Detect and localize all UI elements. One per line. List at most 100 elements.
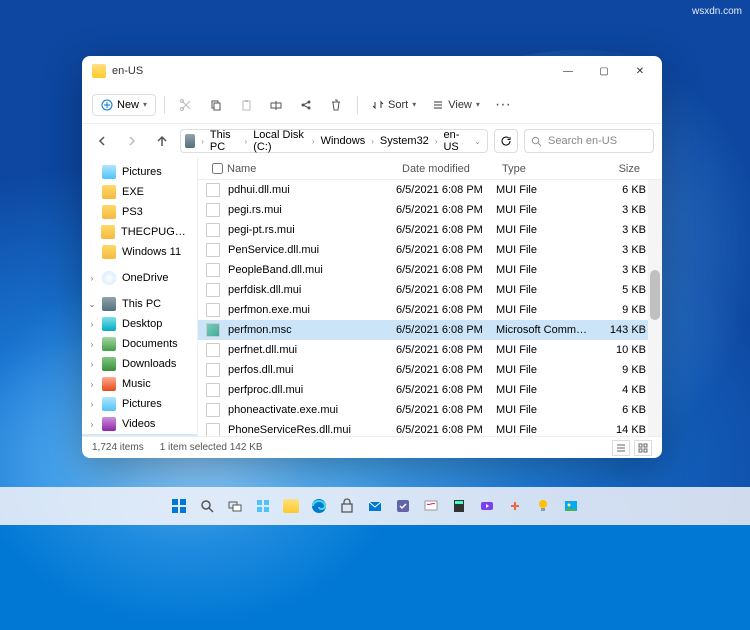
drive-icon [102,357,116,371]
thumbnails-view-button[interactable] [634,440,652,456]
chevron-right-icon[interactable]: › [88,360,96,369]
search-input[interactable]: Search en-US [524,129,654,153]
more-button[interactable]: ··· [490,92,516,118]
mail-button[interactable] [364,495,386,517]
chevron-down-icon[interactable]: ⌄ [88,300,96,309]
scrollbar-thumb[interactable] [650,270,660,320]
edge-button[interactable] [308,495,330,517]
chevron-right-icon[interactable]: › [243,137,250,146]
file-row[interactable]: pegi.rs.mui6/5/2021 6:08 PMMUI File3 KB [198,200,662,220]
sidebar-item[interactable]: Windows 11 [82,242,197,262]
file-row[interactable]: phoneactivate.exe.mui6/5/2021 6:08 PMMUI… [198,400,662,420]
file-row[interactable]: perfos.dll.mui6/5/2021 6:08 PMMUI File9 … [198,360,662,380]
refresh-button[interactable] [494,129,518,153]
chevron-down-icon[interactable]: ⌄ [472,137,483,146]
breadcrumb-seg[interactable]: Windows [319,135,368,147]
delete-button[interactable] [323,92,349,118]
explorer-button[interactable] [280,495,302,517]
file-icon [206,183,220,197]
chevron-right-icon[interactable]: › [88,380,96,389]
chevron-right-icon[interactable]: › [88,340,96,349]
back-button[interactable] [90,129,114,153]
sidebar-item[interactable]: Pictures [82,162,197,182]
sidebar-item[interactable]: ›Downloads [82,354,197,374]
whiteboard-button[interactable] [420,495,442,517]
chevron-right-icon[interactable]: › [433,137,440,146]
minimize-button[interactable]: — [550,56,586,86]
file-row[interactable]: PeopleBand.dll.mui6/5/2021 6:08 PMMUI Fi… [198,260,662,280]
sidebar-item[interactable]: ›Music [82,374,197,394]
calculator-button[interactable] [448,495,470,517]
tips-button[interactable] [532,495,554,517]
file-row[interactable]: perfproc.dll.mui6/5/2021 6:08 PMMUI File… [198,380,662,400]
view-button[interactable]: View ▾ [426,95,486,115]
sidebar-item-onedrive[interactable]: ›OneDrive [82,268,197,288]
drive-icon [102,397,116,411]
taskview-button[interactable] [224,495,246,517]
chevron-right-icon[interactable]: › [88,420,96,429]
chevron-right-icon[interactable]: › [88,320,96,329]
file-icon [206,303,220,317]
breadcrumb[interactable]: › This PC › Local Disk (C:) › Windows › … [180,129,488,153]
breadcrumb-seg[interactable]: System32 [378,135,431,147]
sidebar-item[interactable]: PS3 [82,202,197,222]
scrollbar[interactable] [648,180,662,436]
sidebar-item[interactable]: EXE [82,182,197,202]
rename-button[interactable] [263,92,289,118]
clipchamp-button[interactable] [476,495,498,517]
search-button[interactable] [196,495,218,517]
delete-icon [329,98,343,112]
column-name[interactable]: Name [206,163,396,175]
paste-button[interactable] [233,92,259,118]
select-all-checkbox[interactable] [212,163,223,174]
file-row[interactable]: pegi-pt.rs.mui6/5/2021 6:08 PMMUI File3 … [198,220,662,240]
sidebar-item[interactable]: ›Videos [82,414,197,434]
snip-button[interactable] [504,495,526,517]
forward-button[interactable] [120,129,144,153]
toolbar: New ▾ Sort ▾ View ▾ ··· [82,86,662,124]
column-date[interactable]: Date modified [396,163,496,175]
photos-button[interactable] [560,495,582,517]
todo-button[interactable] [392,495,414,517]
file-icon [206,203,220,217]
breadcrumb-seg[interactable]: en-US [441,129,468,153]
sidebar-item[interactable]: ›Desktop [82,314,197,334]
sidebar-item[interactable]: THECPUGUIDE [82,222,197,242]
titlebar[interactable]: en-US — ▢ ✕ [82,56,662,86]
file-row[interactable]: perfmon.exe.mui6/5/2021 6:08 PMMUI File9… [198,300,662,320]
file-row[interactable]: perfdisk.dll.mui6/5/2021 6:08 PMMUI File… [198,280,662,300]
breadcrumb-seg[interactable]: Local Disk (C:) [251,129,308,153]
file-row[interactable]: PhoneServiceRes.dll.mui6/5/2021 6:08 PMM… [198,420,662,436]
sidebar-item[interactable]: ›Documents [82,334,197,354]
maximize-button[interactable]: ▢ [586,56,622,86]
chevron-right-icon[interactable]: › [310,137,317,146]
details-view-button[interactable] [612,440,630,456]
close-button[interactable]: ✕ [622,56,658,86]
drive-icon [102,377,116,391]
file-row[interactable]: perfmon.msc6/5/2021 6:08 PMMicrosoft Com… [198,320,662,340]
chevron-right-icon[interactable]: › [369,137,376,146]
store-button[interactable] [336,495,358,517]
widgets-button[interactable] [252,495,274,517]
file-icon [206,423,220,436]
file-row[interactable]: pdhui.dll.mui6/5/2021 6:08 PMMUI File6 K… [198,180,662,200]
chevron-right-icon[interactable]: › [88,274,96,283]
share-button[interactable] [293,92,319,118]
file-icon [206,323,220,337]
share-icon [299,98,313,112]
file-row[interactable]: perfnet.dll.mui6/5/2021 6:08 PMMUI File1… [198,340,662,360]
copy-button[interactable] [203,92,229,118]
column-size[interactable]: Size [596,163,646,175]
file-row[interactable]: PenService.dll.mui6/5/2021 6:08 PMMUI Fi… [198,240,662,260]
new-button[interactable]: New ▾ [92,94,156,116]
up-button[interactable] [150,129,174,153]
chevron-right-icon[interactable]: › [199,137,206,146]
sort-button[interactable]: Sort ▾ [366,95,422,115]
start-button[interactable] [168,495,190,517]
column-type[interactable]: Type [496,163,596,175]
breadcrumb-seg[interactable]: This PC [208,129,241,153]
sidebar-item-thispc[interactable]: ⌄This PC [82,294,197,314]
cut-button[interactable] [173,92,199,118]
chevron-right-icon[interactable]: › [88,400,96,409]
sidebar-item[interactable]: ›Pictures [82,394,197,414]
